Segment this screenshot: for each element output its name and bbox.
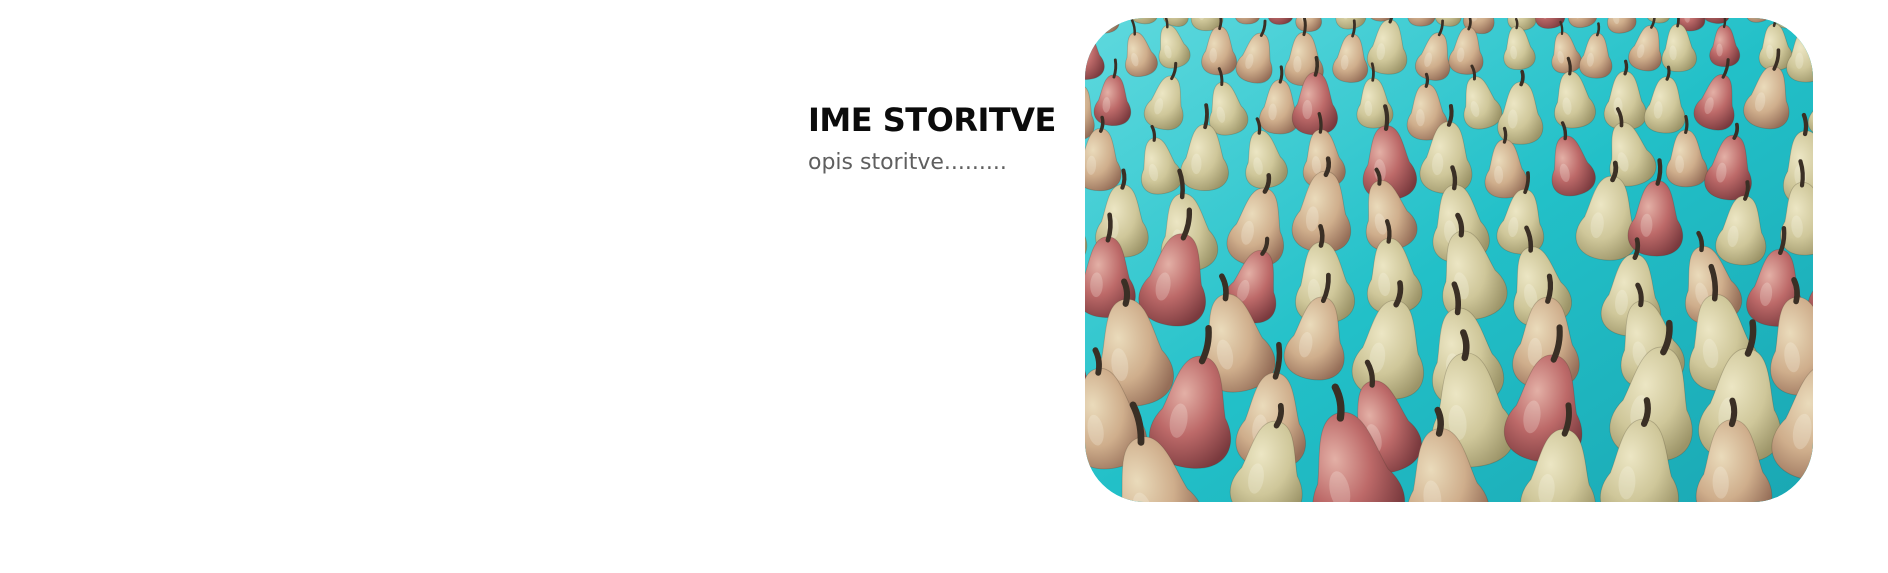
service-text: IME STORITVE opis storitve......... [808,100,1068,178]
service-title: IME STORITVE [808,101,1056,139]
pears-photo [1085,18,1813,502]
service-description: opis storitve......... [808,150,1007,175]
service-block: IME STORITVE opis storitve......... [0,0,1888,573]
pear [1085,18,1088,28]
service-image [1085,18,1813,502]
